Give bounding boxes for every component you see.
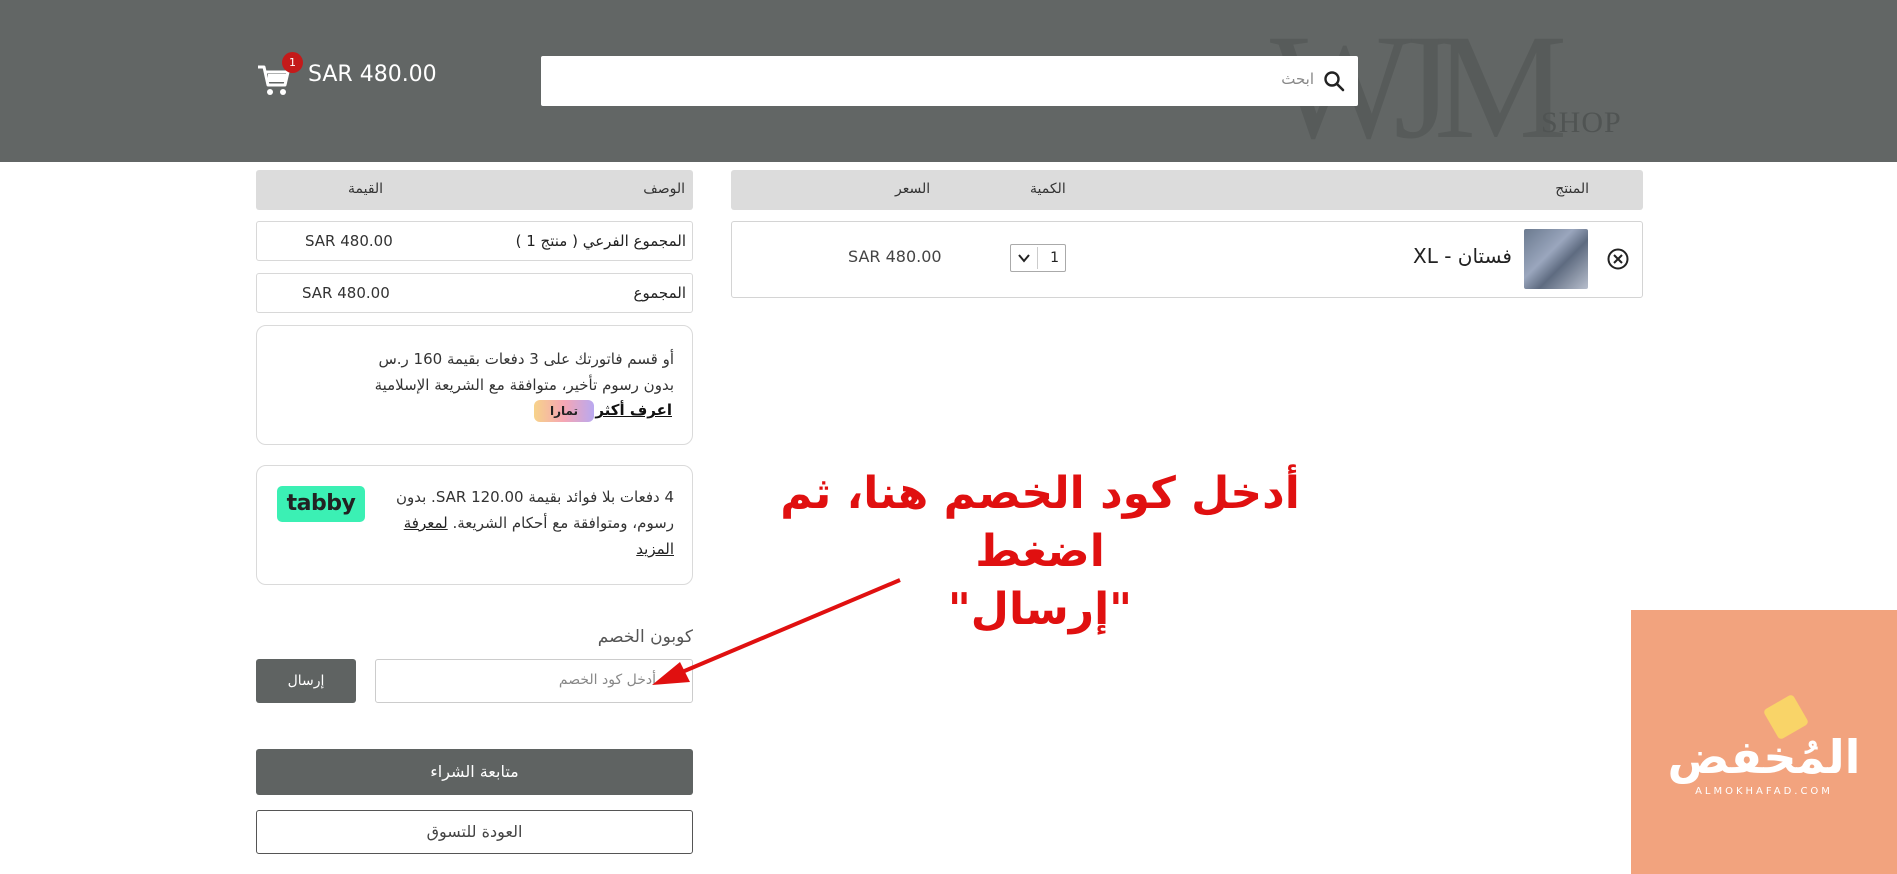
coupon-send-button[interactable]: إرسال	[256, 659, 356, 703]
tamara-text: أو قسم فاتورتك على 3 دفعات بقيمة 160 ر.س…	[274, 346, 674, 398]
annotation-line2: "إرسال"	[947, 584, 1133, 635]
quantity-select[interactable]: 1	[1010, 244, 1066, 272]
cart-button[interactable]: 1 SAR 480.00	[256, 52, 446, 106]
watermark-text: المُخفض	[1667, 730, 1861, 784]
coupon-title: كوبون الخصم	[597, 627, 693, 647]
subtotal-value: SAR 480.00	[305, 232, 393, 250]
product-name[interactable]: فستان - XL	[1413, 244, 1512, 268]
remove-item-icon[interactable]	[1606, 247, 1630, 271]
back-to-shopping-button[interactable]: العودة للتسوق	[256, 810, 693, 854]
total-value: SAR 480.00	[302, 284, 390, 302]
tamara-line2: بدون رسوم تأخير، متوافقة مع الشريعة الإس…	[374, 376, 674, 394]
tamara-learn-more-link[interactable]: اعرف أكثر	[595, 401, 672, 419]
tabby-logo: tabby	[277, 486, 365, 522]
watermark-logo: المُخفض ALMOKHAFAD.COM	[1631, 610, 1897, 874]
tamara-logo: تمارا	[534, 400, 594, 422]
summary-col-desc: الوصف	[643, 181, 685, 197]
product-row: فستان - XL 1 SAR 480.00	[731, 221, 1643, 298]
search-input[interactable]: ابحث	[541, 56, 1358, 106]
tutorial-annotation: أدخل كود الخصم هنا، ثم اضغط "إرسال"	[740, 465, 1340, 639]
col-price: السعر	[895, 181, 931, 197]
subtotal-row: المجموع الفرعي ( منتج 1 ) SAR 480.00	[256, 221, 693, 261]
summary-header: الوصف القيمة	[256, 170, 693, 210]
total-row: المجموع SAR 480.00	[256, 273, 693, 313]
col-product: المنتج	[1555, 181, 1589, 197]
product-image[interactable]	[1524, 229, 1588, 289]
col-qty: الكمية	[1030, 181, 1066, 197]
coupon-placeholder: أدخل كود الخصم	[558, 672, 656, 688]
search-placeholder: ابحث	[1281, 70, 1314, 88]
subtotal-label: المجموع الفرعي ( منتج 1 )	[515, 232, 686, 250]
product-price: SAR 480.00	[848, 247, 942, 266]
tabby-text: 4 دفعات بلا فوائد بقيمة SAR 120.00. بدون…	[364, 484, 674, 562]
products-header: المنتج الكمية السعر	[731, 170, 1643, 210]
tamara-widget: أو قسم فاتورتك على 3 دفعات بقيمة 160 ر.س…	[256, 325, 693, 445]
chevron-down-icon	[1018, 254, 1030, 263]
search-icon[interactable]	[1322, 69, 1346, 93]
annotation-line1: أدخل كود الخصم هنا، ثم اضغط	[780, 468, 1300, 577]
tamara-line1: أو قسم فاتورتك على 3 دفعات بقيمة 160 ر.س	[378, 350, 674, 368]
checkout-button[interactable]: متابعة الشراء	[256, 749, 693, 795]
tabby-widget: 4 دفعات بلا فوائد بقيمة SAR 120.00. بدون…	[256, 465, 693, 585]
quantity-value: 1	[1050, 250, 1059, 266]
summary-col-value: القيمة	[348, 181, 384, 197]
cart-count-badge: 1	[282, 52, 303, 73]
coupon-input[interactable]: أدخل كود الخصم	[375, 659, 693, 703]
quantity-separator	[1037, 247, 1038, 269]
site-header: WJM SHOP ابحث 1 SAR 480.00	[0, 0, 1897, 162]
watermark-subtext: ALMOKHAFAD.COM	[1695, 786, 1833, 797]
total-label: المجموع	[633, 284, 686, 302]
logo-shop: SHOP	[1541, 106, 1622, 139]
cart-total: SAR 480.00	[308, 62, 437, 87]
